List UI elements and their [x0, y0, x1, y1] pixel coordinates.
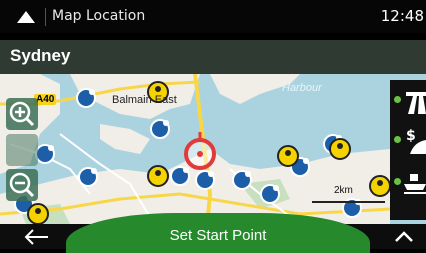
- svg-text:$: $: [406, 128, 416, 144]
- clock: 12:48: [380, 7, 424, 25]
- up-arrow-icon[interactable]: [16, 9, 36, 25]
- zoom-in-button[interactable]: [6, 98, 38, 130]
- city-name: Sydney: [10, 46, 71, 65]
- chevron-up-icon[interactable]: [392, 228, 416, 246]
- category-highway[interactable]: [390, 82, 426, 120]
- water-label: Harbour: [282, 82, 322, 94]
- scale-label: 2km: [334, 185, 353, 196]
- fuel-price-icon: $: [406, 128, 426, 154]
- status-bar: Map Location 12:48: [0, 0, 426, 33]
- location-cursor[interactable]: [184, 132, 216, 170]
- ferry-icon: [404, 174, 426, 194]
- category-enabled-indicator: [394, 136, 401, 143]
- poi-category-panel: $: [390, 80, 426, 220]
- divider: [45, 8, 46, 26]
- set-start-point-label: Set Start Point: [169, 227, 267, 244]
- highway-icon: [406, 92, 426, 114]
- zoom-slider[interactable]: [6, 134, 38, 166]
- city-bar: Sydney: [0, 40, 426, 74]
- zoom-in-icon: [9, 101, 35, 127]
- suburb-label: Balmain East: [112, 94, 177, 106]
- category-ferry[interactable]: [390, 164, 426, 202]
- back-arrow-icon[interactable]: [22, 228, 50, 246]
- set-start-point-button[interactable]: Set Start Point: [66, 213, 370, 253]
- zoom-out-icon: [9, 172, 35, 198]
- screen-title: Map Location: [52, 8, 146, 24]
- category-enabled-indicator: [394, 96, 401, 103]
- category-enabled-indicator: [394, 178, 401, 185]
- zoom-out-button[interactable]: [6, 169, 38, 201]
- category-fuel-price[interactable]: $: [390, 122, 426, 160]
